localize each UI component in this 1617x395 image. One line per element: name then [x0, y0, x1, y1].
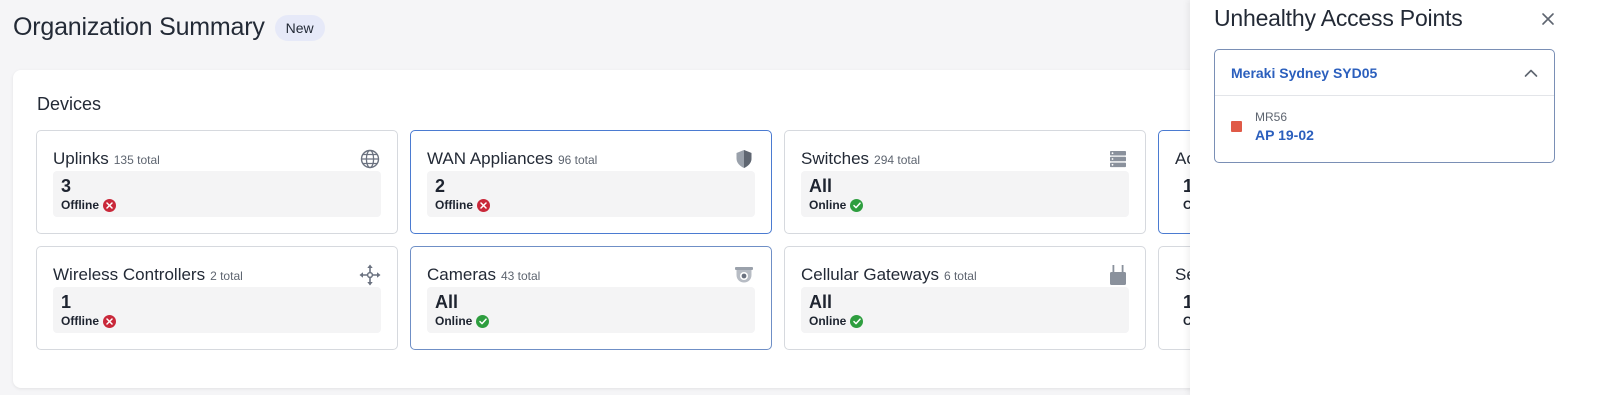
- tile-stat: All Online: [801, 287, 1129, 333]
- ok-status-icon: [476, 314, 490, 328]
- stat-status: Online: [809, 198, 864, 212]
- gateway-icon: [1107, 264, 1129, 286]
- stat-value: 1: [61, 292, 72, 312]
- stat-value: 3: [61, 176, 72, 196]
- tile-stat: 3 Offline: [53, 171, 381, 217]
- camera-icon: [733, 264, 755, 286]
- stat-value: All: [435, 292, 459, 312]
- ap-group: Meraki Sydney SYD05 MR56 AP 19-02: [1214, 49, 1555, 163]
- error-status-icon: [477, 198, 490, 212]
- tile-stat: All Online: [427, 287, 755, 333]
- unhealthy-ap-panel: Unhealthy Access Points Meraki Sydney SY…: [1190, 0, 1617, 395]
- tile-total: 2 total: [210, 269, 243, 283]
- network-name[interactable]: Meraki Sydney SYD05: [1231, 65, 1377, 81]
- stat-value: All: [809, 176, 833, 196]
- device-tile-uplinks[interactable]: Uplinks 135 total 3 Offline: [36, 130, 398, 234]
- tile-total: 135 total: [113, 153, 160, 167]
- chevron-up-icon[interactable]: [1524, 66, 1538, 80]
- device-tile-switches[interactable]: Switches 294 total All Online: [784, 130, 1146, 234]
- ok-status-icon: [850, 314, 864, 328]
- device-tile-cameras[interactable]: Cameras 43 total All Online: [410, 246, 772, 350]
- stat-status: Online: [435, 314, 490, 328]
- status-label: Online: [809, 314, 847, 328]
- tile-total: 43 total: [500, 269, 541, 283]
- status-label: Offline: [435, 198, 473, 212]
- devices-title: Devices: [37, 94, 102, 114]
- device-tile-wan-appliances[interactable]: WAN Appliances 96 total 2 Offline: [410, 130, 772, 234]
- unhealthy-status-icon: [1231, 121, 1242, 132]
- tile-name: Cellular Gateways: [801, 265, 939, 284]
- tile-stat: 1 Offline: [53, 287, 381, 333]
- page-title: Organization Summary: [13, 13, 265, 41]
- status-label: Offline: [61, 314, 99, 328]
- shield-icon: [733, 148, 755, 170]
- tile-stat: 2 Offline: [427, 171, 755, 217]
- panel-title: Unhealthy Access Points: [1214, 5, 1463, 31]
- ok-status-icon: [850, 198, 864, 212]
- tile-name: Wireless Controllers: [53, 265, 206, 284]
- tile-total: 294 total: [874, 153, 921, 167]
- arrows-icon: [359, 264, 381, 286]
- page-header: Organization Summary New: [13, 13, 325, 42]
- switch-stack-icon: [1107, 148, 1129, 170]
- device-tile-cellular-gateways[interactable]: Cellular Gateways 6 total All Online: [784, 246, 1146, 350]
- status-label: Online: [809, 198, 847, 212]
- status-label: Online: [435, 314, 473, 328]
- ap-group-header[interactable]: Meraki Sydney SYD05: [1215, 50, 1554, 96]
- tile-total: 96 total: [557, 153, 598, 167]
- new-badge: New: [274, 14, 325, 41]
- error-status-icon: [103, 198, 116, 212]
- tile-name: WAN Appliances: [427, 149, 553, 168]
- ap-model: MR56: [1255, 110, 1288, 124]
- device-tile-wireless-controllers[interactable]: Wireless Controllers 2 total 1 Offline: [36, 246, 398, 350]
- tile-name: Cameras: [427, 265, 496, 284]
- globe-icon: [359, 148, 381, 170]
- status-label: Offline: [61, 198, 99, 212]
- stat-status: Offline: [61, 314, 116, 328]
- stat-status: Online: [809, 314, 864, 328]
- error-status-icon: [103, 314, 116, 328]
- stat-status: Offline: [61, 198, 116, 212]
- tile-name: Switches: [801, 149, 870, 168]
- close-icon[interactable]: [1540, 11, 1556, 27]
- tile-name: Uplinks: [53, 149, 109, 168]
- ap-name-link[interactable]: AP 19-02: [1255, 127, 1314, 143]
- stat-value: 2: [435, 176, 446, 196]
- devices-card: Devices Uplinks 135 total 3 Offline WAN …: [13, 70, 1265, 388]
- tile-stat: All Online: [801, 171, 1129, 217]
- stat-value: All: [809, 292, 833, 312]
- tile-total: 6 total: [943, 269, 977, 283]
- stat-status: Offline: [435, 198, 490, 212]
